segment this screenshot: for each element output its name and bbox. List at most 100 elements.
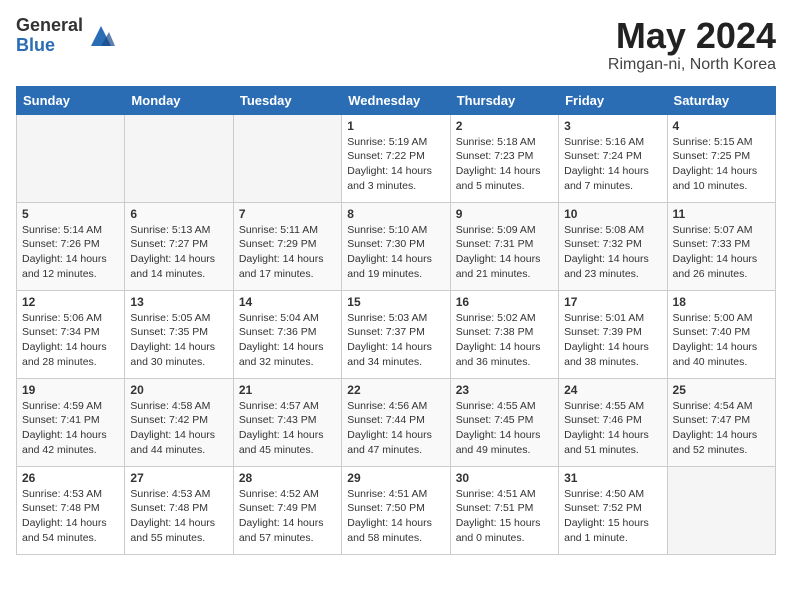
- day-info: Sunrise: 4:51 AM Sunset: 7:51 PM Dayligh…: [456, 487, 553, 546]
- day-number: 5: [22, 207, 119, 221]
- daylight: Daylight: 14 hours and 26 minutes.: [673, 253, 758, 280]
- day-number: 15: [347, 295, 444, 309]
- day-info: Sunrise: 5:07 AM Sunset: 7:33 PM Dayligh…: [673, 223, 770, 282]
- sunset: Sunset: 7:47 PM: [673, 414, 751, 426]
- sunrise: Sunrise: 4:55 AM: [564, 400, 644, 412]
- day-info: Sunrise: 4:59 AM Sunset: 7:41 PM Dayligh…: [22, 399, 119, 458]
- logo-general: General: [16, 16, 83, 36]
- day-number: 6: [130, 207, 227, 221]
- day-info: Sunrise: 5:00 AM Sunset: 7:40 PM Dayligh…: [673, 311, 770, 370]
- sunset: Sunset: 7:26 PM: [22, 238, 100, 250]
- sunrise: Sunrise: 5:08 AM: [564, 224, 644, 236]
- sunrise: Sunrise: 5:15 AM: [673, 136, 753, 148]
- calendar-cell: [667, 466, 775, 554]
- sunset: Sunset: 7:50 PM: [347, 502, 425, 514]
- sunset: Sunset: 7:33 PM: [673, 238, 751, 250]
- logo-blue: Blue: [16, 36, 83, 56]
- sunset: Sunset: 7:44 PM: [347, 414, 425, 426]
- day-info: Sunrise: 4:52 AM Sunset: 7:49 PM Dayligh…: [239, 487, 336, 546]
- daylight: Daylight: 14 hours and 7 minutes.: [564, 165, 649, 192]
- sunrise: Sunrise: 5:04 AM: [239, 312, 319, 324]
- calendar-cell: [17, 114, 125, 202]
- daylight: Daylight: 14 hours and 23 minutes.: [564, 253, 649, 280]
- calendar-cell: 1 Sunrise: 5:19 AM Sunset: 7:22 PM Dayli…: [342, 114, 450, 202]
- day-info: Sunrise: 5:04 AM Sunset: 7:36 PM Dayligh…: [239, 311, 336, 370]
- calendar-cell: 3 Sunrise: 5:16 AM Sunset: 7:24 PM Dayli…: [559, 114, 667, 202]
- sunset: Sunset: 7:27 PM: [130, 238, 208, 250]
- calendar-cell: 11 Sunrise: 5:07 AM Sunset: 7:33 PM Dayl…: [667, 202, 775, 290]
- sunset: Sunset: 7:38 PM: [456, 326, 534, 338]
- daylight: Daylight: 14 hours and 44 minutes.: [130, 429, 215, 456]
- daylight: Daylight: 14 hours and 19 minutes.: [347, 253, 432, 280]
- calendar-cell: 29 Sunrise: 4:51 AM Sunset: 7:50 PM Dayl…: [342, 466, 450, 554]
- daylight: Daylight: 14 hours and 10 minutes.: [673, 165, 758, 192]
- day-number: 7: [239, 207, 336, 221]
- logo-text: General Blue: [16, 16, 83, 56]
- sunset: Sunset: 7:34 PM: [22, 326, 100, 338]
- page-header: General Blue May 2024 Rimgan-ni, North K…: [16, 16, 776, 74]
- sunrise: Sunrise: 5:05 AM: [130, 312, 210, 324]
- calendar-cell: 14 Sunrise: 5:04 AM Sunset: 7:36 PM Dayl…: [233, 290, 341, 378]
- daylight: Daylight: 14 hours and 55 minutes.: [130, 517, 215, 544]
- day-info: Sunrise: 5:18 AM Sunset: 7:23 PM Dayligh…: [456, 135, 553, 194]
- day-number: 13: [130, 295, 227, 309]
- sunset: Sunset: 7:29 PM: [239, 238, 317, 250]
- day-number: 19: [22, 383, 119, 397]
- calendar-cell: [125, 114, 233, 202]
- day-number: 28: [239, 471, 336, 485]
- calendar-cell: 7 Sunrise: 5:11 AM Sunset: 7:29 PM Dayli…: [233, 202, 341, 290]
- day-number: 21: [239, 383, 336, 397]
- calendar-cell: 17 Sunrise: 5:01 AM Sunset: 7:39 PM Dayl…: [559, 290, 667, 378]
- day-number: 17: [564, 295, 661, 309]
- daylight: Daylight: 14 hours and 17 minutes.: [239, 253, 324, 280]
- day-info: Sunrise: 5:19 AM Sunset: 7:22 PM Dayligh…: [347, 135, 444, 194]
- sunrise: Sunrise: 4:53 AM: [22, 488, 102, 500]
- calendar-week-3: 12 Sunrise: 5:06 AM Sunset: 7:34 PM Dayl…: [17, 290, 776, 378]
- daylight: Daylight: 14 hours and 54 minutes.: [22, 517, 107, 544]
- day-number: 20: [130, 383, 227, 397]
- day-info: Sunrise: 5:03 AM Sunset: 7:37 PM Dayligh…: [347, 311, 444, 370]
- day-info: Sunrise: 4:53 AM Sunset: 7:48 PM Dayligh…: [22, 487, 119, 546]
- day-number: 27: [130, 471, 227, 485]
- sunrise: Sunrise: 4:54 AM: [673, 400, 753, 412]
- daylight: Daylight: 14 hours and 51 minutes.: [564, 429, 649, 456]
- calendar-cell: 8 Sunrise: 5:10 AM Sunset: 7:30 PM Dayli…: [342, 202, 450, 290]
- day-info: Sunrise: 5:02 AM Sunset: 7:38 PM Dayligh…: [456, 311, 553, 370]
- daylight: Daylight: 15 hours and 0 minutes.: [456, 517, 541, 544]
- sunrise: Sunrise: 4:53 AM: [130, 488, 210, 500]
- sunset: Sunset: 7:32 PM: [564, 238, 642, 250]
- weekday-header-sunday: Sunday: [17, 86, 125, 114]
- calendar-cell: 6 Sunrise: 5:13 AM Sunset: 7:27 PM Dayli…: [125, 202, 233, 290]
- daylight: Daylight: 14 hours and 12 minutes.: [22, 253, 107, 280]
- day-number: 30: [456, 471, 553, 485]
- daylight: Daylight: 14 hours and 14 minutes.: [130, 253, 215, 280]
- daylight: Daylight: 14 hours and 28 minutes.: [22, 341, 107, 368]
- sunrise: Sunrise: 5:16 AM: [564, 136, 644, 148]
- sunrise: Sunrise: 5:10 AM: [347, 224, 427, 236]
- sunset: Sunset: 7:48 PM: [130, 502, 208, 514]
- calendar-cell: 19 Sunrise: 4:59 AM Sunset: 7:41 PM Dayl…: [17, 378, 125, 466]
- daylight: Daylight: 14 hours and 58 minutes.: [347, 517, 432, 544]
- day-number: 16: [456, 295, 553, 309]
- day-info: Sunrise: 5:09 AM Sunset: 7:31 PM Dayligh…: [456, 223, 553, 282]
- calendar-cell: 26 Sunrise: 4:53 AM Sunset: 7:48 PM Dayl…: [17, 466, 125, 554]
- calendar-week-2: 5 Sunrise: 5:14 AM Sunset: 7:26 PM Dayli…: [17, 202, 776, 290]
- sunset: Sunset: 7:31 PM: [456, 238, 534, 250]
- sunrise: Sunrise: 4:51 AM: [347, 488, 427, 500]
- calendar-cell: 2 Sunrise: 5:18 AM Sunset: 7:23 PM Dayli…: [450, 114, 558, 202]
- sunrise: Sunrise: 4:50 AM: [564, 488, 644, 500]
- sunset: Sunset: 7:43 PM: [239, 414, 317, 426]
- day-number: 24: [564, 383, 661, 397]
- sunset: Sunset: 7:23 PM: [456, 150, 534, 162]
- calendar-cell: 30 Sunrise: 4:51 AM Sunset: 7:51 PM Dayl…: [450, 466, 558, 554]
- day-info: Sunrise: 4:55 AM Sunset: 7:45 PM Dayligh…: [456, 399, 553, 458]
- day-number: 18: [673, 295, 770, 309]
- weekday-header-thursday: Thursday: [450, 86, 558, 114]
- weekday-header-row: SundayMondayTuesdayWednesdayThursdayFrid…: [17, 86, 776, 114]
- day-number: 9: [456, 207, 553, 221]
- sunset: Sunset: 7:37 PM: [347, 326, 425, 338]
- day-info: Sunrise: 5:08 AM Sunset: 7:32 PM Dayligh…: [564, 223, 661, 282]
- daylight: Daylight: 14 hours and 49 minutes.: [456, 429, 541, 456]
- sunrise: Sunrise: 5:13 AM: [130, 224, 210, 236]
- day-info: Sunrise: 4:53 AM Sunset: 7:48 PM Dayligh…: [130, 487, 227, 546]
